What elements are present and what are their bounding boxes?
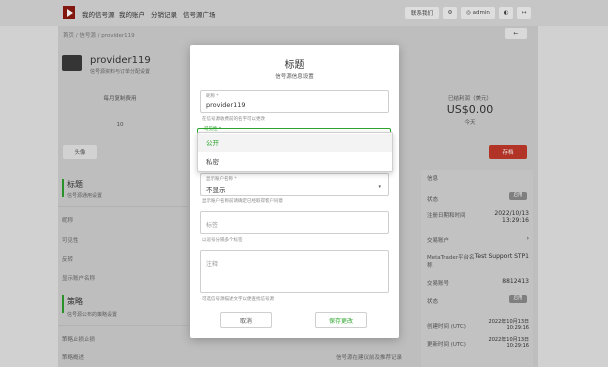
account-name-select[interactable]: 显示账户名称 * 不显示 ▾ bbox=[200, 173, 389, 196]
account-name-hint: 显示账户名称前请确定已经取得客户同意 bbox=[202, 199, 283, 204]
dialog-subtitle: 信号源信息设置 bbox=[275, 74, 314, 80]
cancel-button[interactable]: 取消 bbox=[220, 312, 272, 328]
visibility-option-private[interactable]: 私密 bbox=[198, 153, 392, 171]
nickname-hint: 在信号源收费前的名字可以更改 bbox=[202, 117, 265, 122]
nickname-label: 昵称 * bbox=[206, 94, 219, 99]
tags-hint: 以逗号分隔多个标签 bbox=[202, 238, 243, 243]
account-name-value: 不显示 bbox=[206, 186, 226, 194]
notes-placeholder: 注释 bbox=[206, 261, 219, 268]
edit-dialog: 标题 信号源信息设置 昵称 * provider119 在信号源收费前的名字可以… bbox=[190, 45, 399, 338]
tags-input[interactable]: 标签 bbox=[200, 211, 389, 234]
account-name-label: 显示账户名称 * bbox=[206, 177, 237, 182]
visibility-option-public[interactable]: 公开 bbox=[198, 134, 392, 152]
tags-placeholder: 标签 bbox=[206, 222, 219, 229]
notes-hint: 可选信号源描述文字以便查找信号源 bbox=[202, 297, 274, 302]
nickname-field[interactable]: 昵称 * provider119 bbox=[200, 90, 389, 113]
save-button[interactable]: 保存更改 bbox=[315, 312, 367, 328]
visibility-label: 可见性 * bbox=[204, 127, 222, 132]
dialog-title: 标题 bbox=[284, 60, 305, 71]
visibility-dropdown: 公开 私密 bbox=[197, 132, 393, 172]
notes-textarea[interactable]: 注释 bbox=[200, 250, 389, 293]
nickname-value: provider119 bbox=[206, 101, 246, 109]
chevron-down-icon: ▾ bbox=[378, 184, 381, 190]
